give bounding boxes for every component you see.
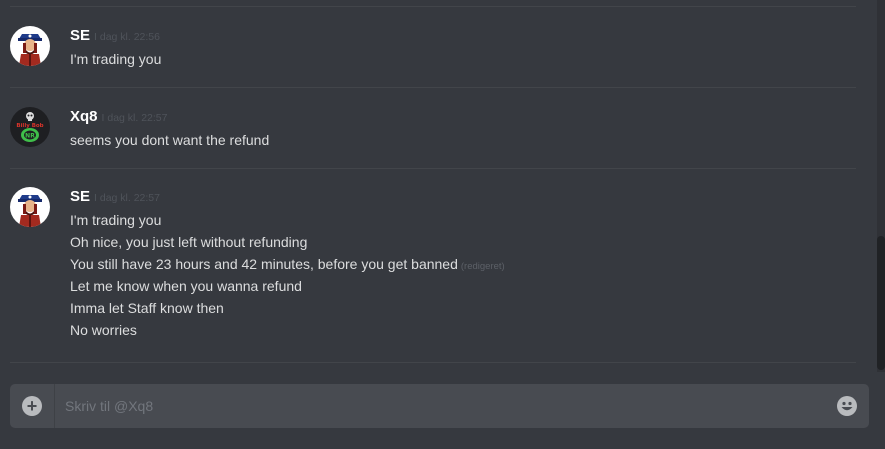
author-name[interactable]: SE (70, 27, 90, 44)
timestamp: I dag kl. 22:56 (94, 31, 160, 43)
message-text: I'm trading you (70, 212, 162, 228)
composer-divider (54, 384, 55, 428)
message-content: seems you dont want the refund (70, 129, 269, 151)
message-group: SE I dag kl. 22:57 I'm trading you Oh nic… (10, 187, 856, 347)
author-name[interactable]: Xq8 (70, 108, 98, 125)
message-text-edited: You still have 23 hours and 42 minutes, … (70, 253, 505, 275)
plus-circle-icon[interactable]: + (22, 396, 42, 416)
message-input[interactable] (65, 384, 825, 428)
edited-label: (redigeret) (460, 261, 505, 272)
message-text: Imma let Staff know then (70, 300, 224, 316)
emoji-smile-icon[interactable] (837, 396, 857, 416)
scrollbar-thumb[interactable] (877, 236, 885, 370)
message-composer: + (10, 384, 869, 428)
message-divider (10, 87, 856, 88)
message-text: I'm trading you (70, 51, 162, 67)
chat-window: SE I dag kl. 22:56 I'm trading you Billy … (0, 0, 885, 449)
message-content: I'm trading you Oh nice, you just left w… (70, 209, 505, 341)
message-text: No worries (70, 322, 137, 338)
message-text: seems you dont want the refund (70, 132, 270, 148)
timestamp: I dag kl. 22:57 (94, 192, 160, 204)
message-divider (10, 6, 856, 7)
message-content: I'm trading you (70, 48, 161, 70)
message-header: SE I dag kl. 22:56 (70, 26, 160, 46)
message-group: SE I dag kl. 22:56 I'm trading you (10, 26, 856, 70)
pirate-avatar-icon[interactable] (10, 26, 50, 66)
message-text: Let me know when you wanna refund (70, 278, 302, 294)
pirate-avatar-icon[interactable] (10, 187, 50, 227)
svg-text:NR: NR (25, 133, 35, 140)
message-text: Oh nice, you just left without refunding (70, 234, 308, 250)
message-divider (10, 362, 856, 363)
message-group: Billy Bob NR Xq8 I dag kl. 22:57 seems yo… (10, 107, 856, 151)
timestamp: I dag kl. 22:57 (101, 112, 168, 124)
message-divider (10, 168, 856, 169)
author-name[interactable]: SE (70, 188, 90, 205)
message-header: SE I dag kl. 22:57 (70, 187, 160, 207)
message-header: Xq8 I dag kl. 22:57 (70, 107, 167, 127)
message-text: You still have 23 hours and 42 minutes, … (70, 256, 458, 272)
skull-logo-avatar-icon[interactable]: Billy Bob NR (10, 107, 50, 147)
